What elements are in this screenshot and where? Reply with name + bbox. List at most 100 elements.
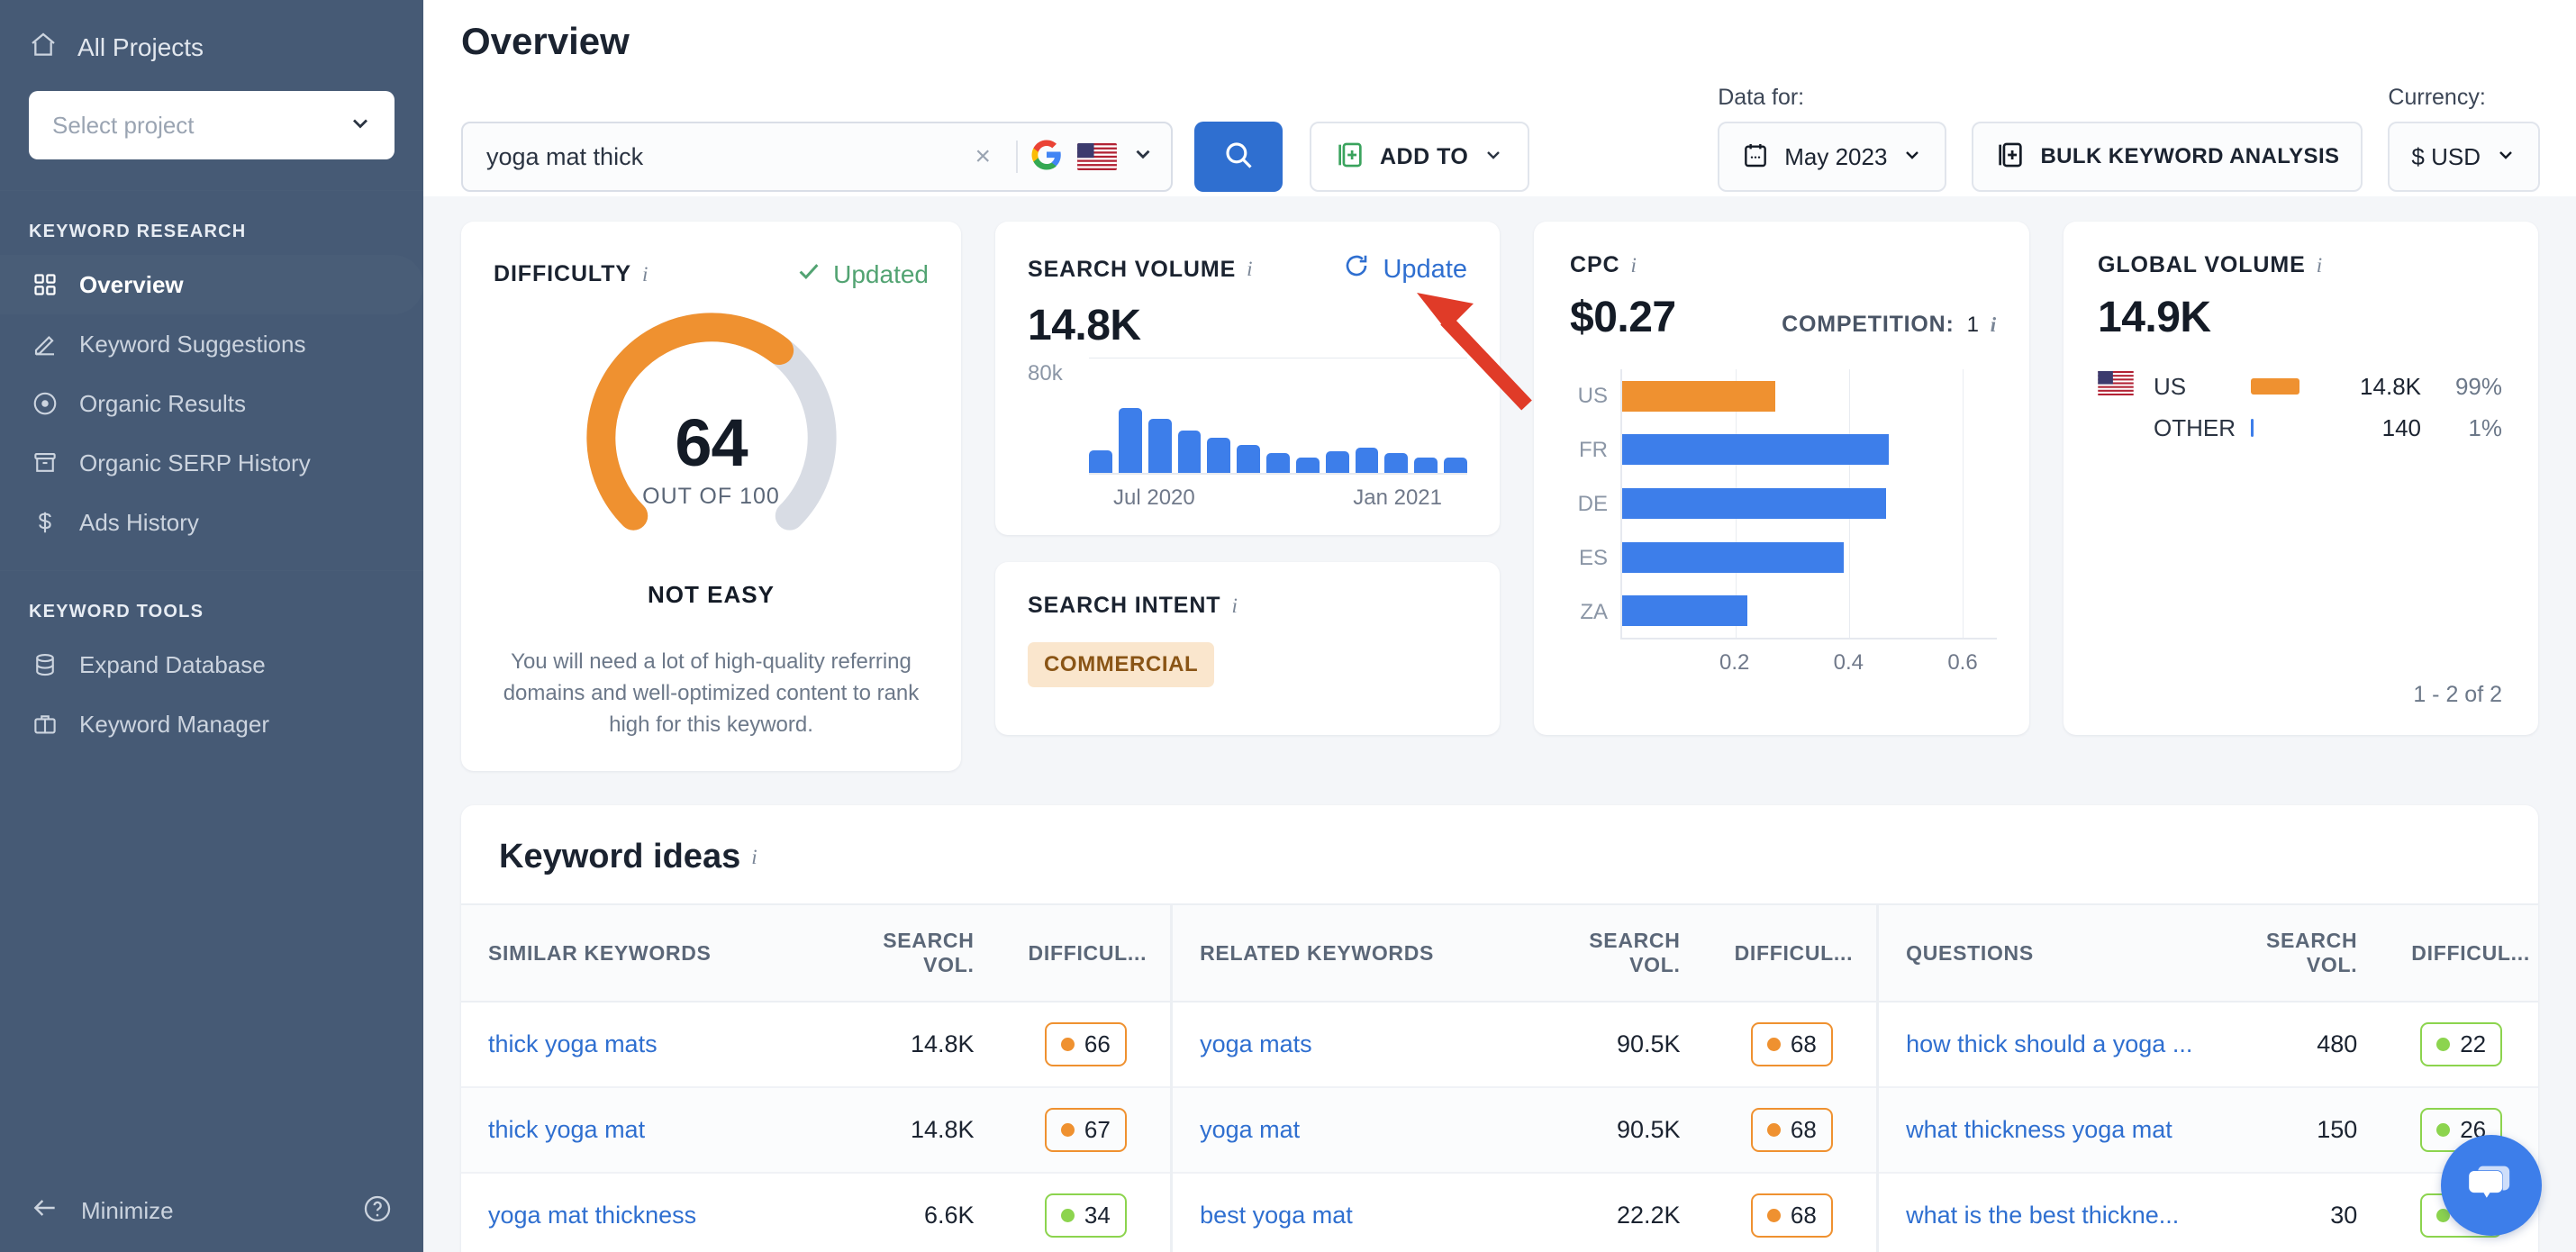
keyword-link[interactable]: yoga mats xyxy=(1200,1030,1312,1057)
col-related-difficulty[interactable]: DIFFICUL... xyxy=(1707,903,1878,1003)
search-field-wrapper[interactable]: × xyxy=(461,122,1173,192)
search-volume-value: 14.8K xyxy=(1028,302,1141,349)
xtick-label: 0.4 xyxy=(1833,650,1864,675)
keyword-link[interactable]: best yoga mat xyxy=(1200,1202,1353,1229)
us-flag-icon[interactable] xyxy=(1077,143,1117,170)
info-icon[interactable]: i xyxy=(642,263,648,286)
keyword-link[interactable]: how thick should a yoga ... xyxy=(1906,1030,2192,1057)
col-questions-difficulty[interactable]: DIFFICUL... xyxy=(2384,903,2538,1003)
date-value: May 2023 xyxy=(1784,142,1888,170)
col-similar-keywords[interactable]: SIMILAR KEYWORDS xyxy=(461,903,827,1003)
keyword-ideas-table-body: thick yoga mats 14.8K 66 yoga mats 90.5K 68 ho… xyxy=(461,1002,2538,1252)
bar[interactable] xyxy=(1444,457,1467,473)
bar[interactable] xyxy=(1622,380,1776,412)
sidebar-item-label: Keyword Suggestions xyxy=(79,330,306,358)
grid-icon xyxy=(31,270,59,299)
difficulty-status-label: Updated xyxy=(833,259,929,288)
keyword-link[interactable]: thick yoga mat xyxy=(488,1116,645,1143)
bar[interactable] xyxy=(1325,451,1349,473)
currency-selector[interactable]: $ USD xyxy=(2388,122,2540,192)
bar[interactable] xyxy=(1118,407,1142,473)
sidebar-item-expand-database[interactable]: Expand Database xyxy=(0,635,423,694)
info-icon[interactable]: i xyxy=(1247,258,1252,281)
sidebar-group-tools: KEYWORD TOOLS Expand Database Keyword Ma… xyxy=(0,571,423,772)
difficulty-badge[interactable]: 67 xyxy=(1044,1108,1127,1153)
difficulty-badge[interactable]: 34 xyxy=(1044,1193,1127,1238)
col-similar-difficulty[interactable]: DIFFICUL... xyxy=(1001,903,1172,1003)
bar[interactable] xyxy=(1355,447,1379,473)
search-button[interactable] xyxy=(1194,122,1283,192)
difficulty-badge[interactable]: 22 xyxy=(2420,1022,2503,1067)
minimize-button[interactable]: Minimize xyxy=(31,1193,174,1229)
chat-button[interactable] xyxy=(2441,1135,2542,1236)
bar[interactable] xyxy=(1414,457,1438,473)
keyword-link[interactable]: yoga mat xyxy=(1200,1116,1300,1143)
col-similar-search-vol[interactable]: SEARCH VOL. xyxy=(826,903,1002,1003)
all-projects-label: All Projects xyxy=(77,32,204,61)
bar[interactable] xyxy=(1622,595,1747,627)
bar[interactable] xyxy=(1207,437,1231,473)
search-volume-cell: 14.8K xyxy=(826,1002,1002,1089)
difficulty-dot xyxy=(2436,1038,2451,1052)
search-input[interactable] xyxy=(486,142,963,171)
google-icon[interactable] xyxy=(1030,139,1063,176)
all-projects-link[interactable]: All Projects xyxy=(29,31,395,64)
project-select[interactable]: Select project xyxy=(29,91,395,159)
bar[interactable] xyxy=(1266,452,1290,473)
info-icon[interactable]: i xyxy=(2317,254,2322,277)
sidebar-item-organic-results[interactable]: Organic Results xyxy=(0,374,423,433)
difficulty-badge[interactable]: 68 xyxy=(1750,1193,1833,1238)
info-icon[interactable]: i xyxy=(751,846,757,869)
search-icon xyxy=(1222,139,1255,176)
bar[interactable] xyxy=(1622,487,1887,519)
keyword-cell: yoga mat xyxy=(1170,1087,1533,1175)
sidebar-item-label: Organic Results xyxy=(79,389,246,417)
sidebar-section-keyword-research: KEYWORD RESEARCH xyxy=(29,222,247,241)
sidebar-item-overview[interactable]: Overview xyxy=(0,255,423,314)
date-selector[interactable]: May 2023 xyxy=(1718,122,1947,192)
cpc-country-label: FR xyxy=(1579,438,1608,462)
col-related-search-vol[interactable]: SEARCH VOL. xyxy=(1532,903,1708,1003)
keyword-link[interactable]: what is the best thickne... xyxy=(1906,1202,2179,1229)
bulk-keyword-analysis-button[interactable]: BULK KEYWORD ANALYSIS xyxy=(1972,122,2363,192)
metric-cards-row: DIFFICULTY i Updated 64 OUT OF 100 NOT E… xyxy=(461,222,2538,772)
bar[interactable] xyxy=(1384,452,1409,473)
keyword-link[interactable]: thick yoga mats xyxy=(488,1030,658,1057)
sidebar-item-keyword-suggestions[interactable]: Keyword Suggestions xyxy=(0,314,423,374)
sidebar-item-keyword-manager[interactable]: Keyword Manager xyxy=(0,694,423,754)
help-icon[interactable] xyxy=(362,1193,393,1229)
clear-icon[interactable]: × xyxy=(962,141,1003,172)
info-icon[interactable]: i xyxy=(1991,313,1997,337)
info-icon[interactable]: i xyxy=(1630,254,1636,277)
country-label: OTHER xyxy=(2154,413,2236,441)
bar[interactable] xyxy=(1177,430,1202,473)
bar[interactable] xyxy=(1147,419,1172,473)
bar[interactable] xyxy=(1089,449,1112,473)
bar[interactable] xyxy=(1295,457,1320,473)
difficulty-badge[interactable]: 68 xyxy=(1750,1022,1833,1067)
briefcase-icon xyxy=(31,710,59,739)
difficulty-out-of: OUT OF 100 xyxy=(642,484,780,509)
cpc-country-label: ZA xyxy=(1580,600,1608,624)
database-icon xyxy=(31,650,59,679)
difficulty-badge[interactable]: 66 xyxy=(1044,1022,1127,1067)
col-related-keywords[interactable]: RELATED KEYWORDS xyxy=(1170,903,1533,1003)
sidebar-item-label: Keyword Manager xyxy=(79,710,269,738)
difficulty-badge[interactable]: 68 xyxy=(1750,1108,1833,1153)
sidebar-item-organic-serp-history[interactable]: Organic SERP History xyxy=(0,433,423,493)
chevron-down-icon[interactable] xyxy=(1131,142,1155,171)
bar[interactable] xyxy=(1622,541,1844,573)
search-volume-update-button[interactable]: Update xyxy=(1343,252,1467,286)
search-volume-cell: 6.6K xyxy=(826,1173,1002,1252)
sidebar-item-ads-history[interactable]: Ads History xyxy=(0,493,423,552)
add-to-button[interactable]: ADD TO xyxy=(1310,122,1530,192)
bar[interactable] xyxy=(1237,444,1261,473)
project-select-placeholder: Select project xyxy=(52,111,195,139)
info-icon[interactable]: i xyxy=(1231,594,1237,618)
col-questions[interactable]: QUESTIONS xyxy=(1876,903,2231,1003)
sidebar: All Projects Select project KEYWORD RESE… xyxy=(0,0,423,1252)
keyword-link[interactable]: yoga mat thickness xyxy=(488,1202,696,1229)
col-questions-search-vol[interactable]: SEARCH VOL. xyxy=(2230,903,2385,1003)
keyword-link[interactable]: what thickness yoga mat xyxy=(1906,1116,2172,1143)
bar[interactable] xyxy=(1622,434,1890,466)
